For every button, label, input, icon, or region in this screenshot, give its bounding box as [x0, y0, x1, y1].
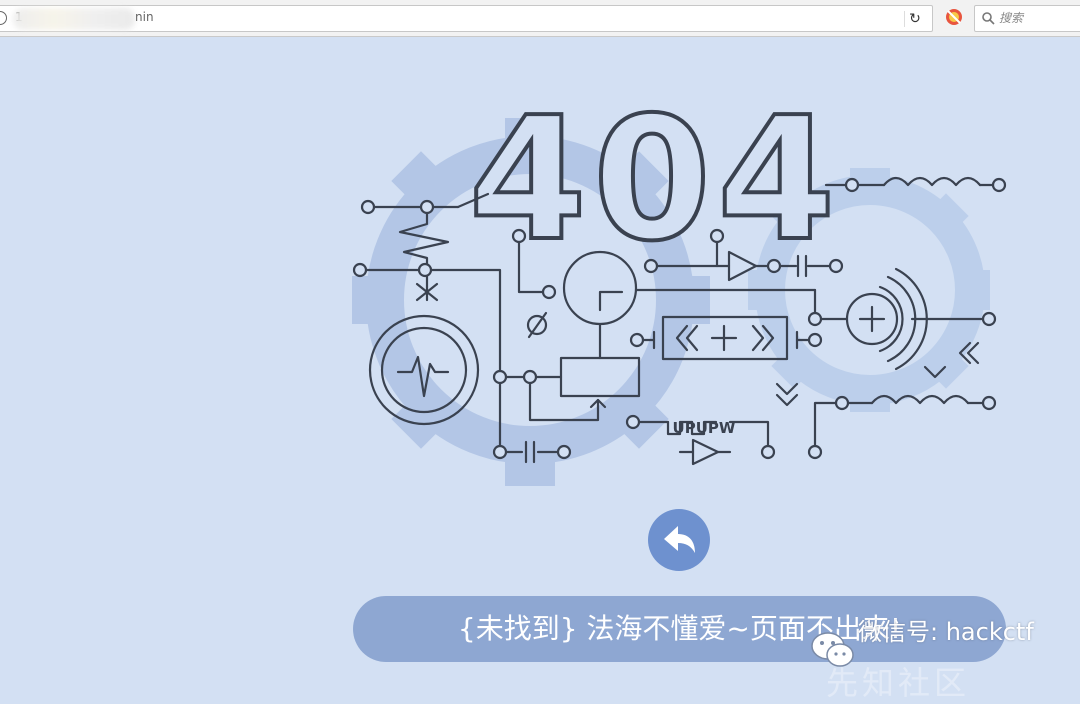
address-bar[interactable]: 1 nin ↻ [0, 5, 933, 32]
url-end: nin [135, 10, 154, 24]
search-box[interactable] [974, 5, 1080, 32]
search-input[interactable] [999, 9, 1079, 27]
reload-icon[interactable]: ↻ [904, 11, 925, 27]
404-circuit-illustration: 404 UPUPW [352, 92, 1007, 486]
watermark-faded-text: 先知社区 [826, 664, 971, 702]
browser-toolbar: 1 nin ↻ [0, 0, 1080, 37]
addon-blocker-icon[interactable] [945, 8, 963, 26]
watermark-wechat-id: 微信号: hackctf [858, 618, 1034, 646]
search-icon [982, 12, 995, 25]
error-code-404: 404 [469, 92, 842, 279]
undo-arrow-icon [664, 526, 695, 553]
site-info-icon[interactable] [0, 11, 7, 25]
upupw-label: UPUPW [673, 419, 736, 437]
url-redaction [13, 8, 135, 30]
back-button[interactable] [648, 509, 710, 571]
